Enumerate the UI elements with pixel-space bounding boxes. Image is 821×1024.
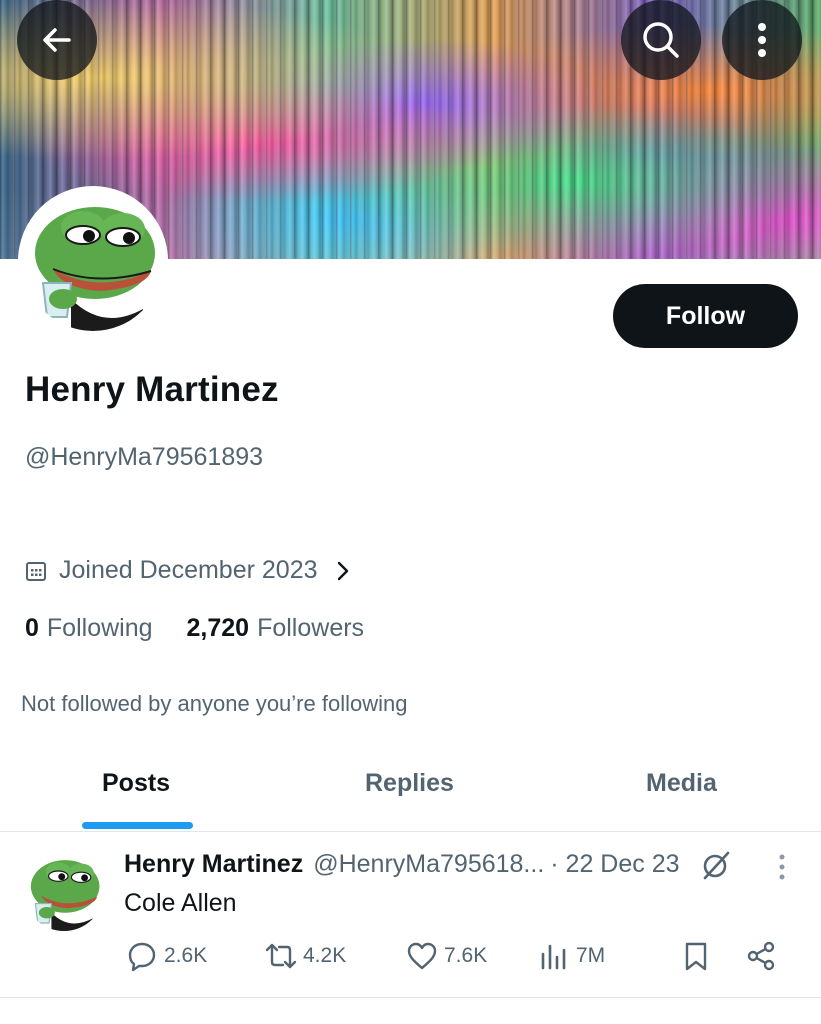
post-author-handle[interactable]: @HenryMa795618...: [313, 850, 544, 879]
frog-avatar-icon: [23, 191, 163, 331]
bookmark-button[interactable]: [680, 940, 718, 972]
profile-avatar[interactable]: [18, 186, 168, 336]
profile-tabs: Posts Replies Media: [0, 745, 821, 831]
like-button[interactable]: 7.6K: [406, 940, 487, 972]
back-button[interactable]: [17, 0, 97, 80]
tab-media[interactable]: Media: [646, 769, 717, 798]
share-button[interactable]: [745, 940, 783, 972]
chevron-right-icon: [337, 561, 348, 580]
reply-count: 2.6K: [164, 944, 208, 967]
following-label: Following: [46, 614, 153, 642]
following-stat[interactable]: 0 Following: [25, 614, 153, 643]
following-count: 0: [25, 614, 39, 642]
post-date[interactable]: · 22 Dec 23: [550, 850, 679, 879]
bookmark-icon: [685, 942, 707, 971]
frog-avatar-icon: [24, 851, 104, 931]
heart-icon: [407, 942, 437, 970]
followers-label: Followers: [257, 614, 365, 642]
followers-stat[interactable]: 2,720 Followers: [187, 614, 365, 643]
analytics-icon: [541, 944, 566, 970]
post-text: Cole Allen: [124, 889, 237, 917]
mutual-followers-note: Not followed by anyone you’re following: [21, 691, 408, 716]
joined-date-row[interactable]: Joined December 2023: [25, 556, 352, 585]
post-header: Henry Martinez @HenryMa795618... · 22 De…: [124, 850, 680, 879]
tab-posts[interactable]: Posts: [102, 769, 170, 798]
repost-button[interactable]: 4.2K: [265, 940, 346, 972]
like-count: 7.6K: [444, 944, 488, 967]
repost-count: 4.2K: [303, 944, 347, 967]
followers-count: 2,720: [186, 614, 250, 642]
post-actions: 2.6K 4.2K 7.6K 7M: [0, 940, 821, 980]
avatar-image: [23, 191, 163, 331]
post-item[interactable]: Henry Martinez @HenryMa795618... · 22 De…: [0, 832, 821, 998]
arrow-left-icon: [43, 28, 71, 52]
search-button[interactable]: [621, 0, 701, 80]
active-tab-indicator: [82, 822, 193, 829]
more-vertical-icon: [758, 23, 766, 57]
share-icon: [747, 941, 775, 971]
reply-icon: [128, 942, 156, 972]
post-divider: [0, 997, 821, 998]
views-button[interactable]: 7M: [538, 940, 605, 972]
search-icon: [643, 22, 679, 58]
follow-stats: 0 Following 2,720 Followers: [25, 614, 364, 643]
tab-replies[interactable]: Replies: [365, 769, 454, 798]
post-author-avatar[interactable]: [24, 851, 104, 931]
profile-handle: @HenryMa79561893: [25, 443, 264, 471]
calendar-icon: [26, 561, 46, 581]
views-count: 7M: [576, 944, 606, 967]
profile-display-name: Henry Martinez: [25, 370, 279, 409]
post-more-icon[interactable]: [770, 852, 794, 882]
more-options-button[interactable]: [722, 0, 802, 80]
post-author-name[interactable]: Henry Martinez: [124, 850, 303, 879]
follow-button[interactable]: Follow: [613, 284, 798, 348]
grok-icon[interactable]: [700, 848, 732, 882]
repost-icon: [265, 943, 297, 969]
reply-button[interactable]: 2.6K: [126, 940, 207, 972]
joined-label: Joined December 2023: [59, 556, 318, 584]
